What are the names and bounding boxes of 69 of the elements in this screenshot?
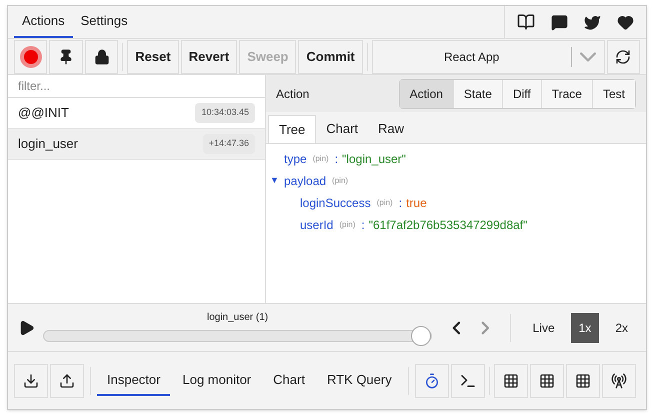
pin-icon (58, 48, 74, 64)
bird-icon[interactable] (584, 14, 601, 30)
play-icon[interactable] (18, 318, 35, 336)
grid-icon (502, 372, 519, 388)
dispatcher-button[interactable] (414, 364, 449, 398)
view-tab[interactable]: Tree (268, 115, 316, 143)
refresh-icon (615, 48, 632, 64)
slider-thumb[interactable] (411, 326, 432, 346)
pin-button[interactable] (49, 40, 83, 74)
tab[interactable]: Actions (14, 6, 73, 38)
speed-button[interactable]: 2x (607, 312, 636, 342)
view-tab[interactable]: Chart (316, 115, 368, 143)
book-icon[interactable] (517, 13, 535, 31)
toolbar-button[interactable]: Revert (180, 40, 238, 74)
time-badge: 10:34:03.45 (195, 103, 255, 123)
monitor-tab[interactable]: Inspector (97, 366, 170, 396)
view-tab[interactable]: Raw (368, 115, 414, 143)
slider-label: login_user (1) (206, 311, 268, 325)
record-button[interactable] (14, 40, 48, 74)
tree-key: type (284, 150, 307, 168)
tree-key: payload (284, 172, 326, 190)
tab[interactable]: Settings (72, 6, 136, 38)
download-icon (23, 372, 39, 388)
monitor-tab[interactable]: Log monitor (172, 366, 262, 396)
upload-icon (59, 372, 75, 388)
toolbar-button[interactable]: Reset (127, 40, 179, 74)
antenna-icon (610, 372, 627, 388)
chevron-down-icon (580, 52, 596, 62)
chat-icon[interactable] (551, 14, 568, 30)
stopwatch-icon (424, 372, 440, 388)
tree-value: "login_user" (342, 151, 406, 168)
monitor-tab[interactable]: Chart (263, 366, 315, 396)
tree-value: true (406, 195, 427, 212)
layout-button[interactable] (530, 364, 564, 398)
monitor-tab[interactable]: RTK Query (316, 366, 402, 396)
action-row[interactable]: login_user +14:47.36 (8, 129, 265, 160)
detail-view-tab[interactable]: State (452, 80, 502, 108)
expand-toggle[interactable]: ▼ (270, 174, 280, 188)
refresh-button[interactable] (606, 40, 640, 74)
lock-button[interactable] (84, 40, 118, 74)
toolbar-button[interactable]: Commit (298, 40, 363, 74)
layout-button[interactable] (566, 364, 600, 398)
detail-view-tab[interactable]: Action (400, 80, 453, 108)
time-badge: +14:47.36 (202, 134, 255, 154)
tree-key: loginSuccess (300, 194, 371, 212)
instance-select[interactable]: React App (372, 40, 605, 74)
timeline-slider[interactable] (43, 327, 432, 345)
layout-button[interactable] (494, 364, 528, 398)
colon: : (398, 195, 402, 212)
lock-icon (94, 48, 110, 64)
grid-icon (538, 372, 555, 388)
tree-value: "61f7af2b76b535347299d8af" (368, 217, 528, 234)
export-button[interactable] (50, 364, 84, 398)
action-name: login_user (18, 135, 79, 154)
detail-view-tab[interactable]: Diff (502, 80, 541, 108)
detail-view-tab[interactable]: Test (592, 80, 635, 108)
import-button[interactable] (14, 364, 48, 398)
tree-key: userId (300, 216, 334, 234)
terminal-button[interactable] (450, 364, 485, 398)
grid-icon (574, 372, 591, 388)
action-name: @@INIT (18, 104, 70, 122)
speed-button[interactable]: Live (524, 312, 563, 342)
colon: : (334, 151, 338, 168)
inspector-title: Action (276, 86, 310, 102)
heart-icon[interactable] (617, 14, 634, 30)
speed-button[interactable]: 1x (570, 312, 600, 342)
remote-button[interactable] (602, 364, 636, 398)
colon: : (361, 217, 365, 234)
detail-view-tab[interactable]: Trace (540, 80, 592, 108)
